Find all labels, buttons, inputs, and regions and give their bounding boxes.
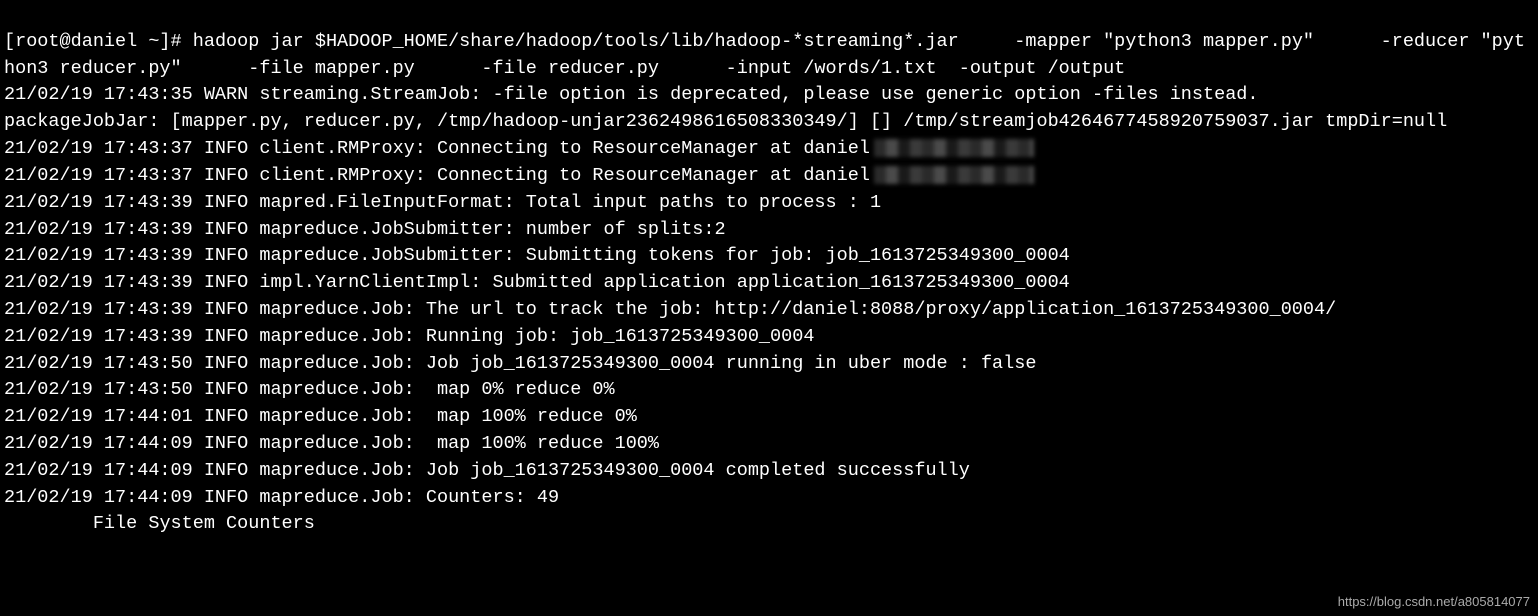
log-line: 21/02/19 17:43:39 INFO mapred.FileInputF… — [4, 190, 1534, 217]
log-line: 21/02/19 17:43:39 INFO mapreduce.JobSubm… — [4, 217, 1534, 244]
redacted-segment — [874, 139, 1034, 157]
redacted-segment — [874, 166, 1034, 184]
log-line: packageJobJar: [mapper.py, reducer.py, /… — [4, 109, 1534, 136]
log-line: 21/02/19 17:43:35 WARN streaming.StreamJ… — [4, 82, 1534, 109]
shell-prompt: [root@daniel ~]# — [4, 31, 193, 52]
log-line: 21/02/19 17:44:09 INFO mapreduce.Job: Jo… — [4, 458, 1534, 485]
log-line: 21/02/19 17:43:37 INFO client.RMProxy: C… — [4, 163, 1534, 190]
log-line: 21/02/19 17:44:09 INFO mapreduce.Job: ma… — [4, 431, 1534, 458]
log-line: 21/02/19 17:44:01 INFO mapreduce.Job: ma… — [4, 404, 1534, 431]
shell-command: hadoop jar $HADOOP_HOME/share/hadoop/too… — [4, 31, 1525, 79]
log-line: 21/02/19 17:43:50 INFO mapreduce.Job: ma… — [4, 377, 1534, 404]
log-line: 21/02/19 17:44:09 INFO mapreduce.Job: Co… — [4, 485, 1534, 512]
log-line: File System Counters — [4, 511, 1534, 538]
terminal-output: [root@daniel ~]# hadoop jar $HADOOP_HOME… — [0, 0, 1538, 567]
command-line: [root@daniel ~]# hadoop jar $HADOOP_HOME… — [4, 29, 1534, 83]
log-line: 21/02/19 17:43:50 INFO mapreduce.Job: Jo… — [4, 351, 1534, 378]
log-line: 21/02/19 17:43:39 INFO impl.YarnClientIm… — [4, 270, 1534, 297]
log-line: 21/02/19 17:43:39 INFO mapreduce.Job: Th… — [4, 297, 1534, 324]
log-line: 21/02/19 17:43:39 INFO mapreduce.JobSubm… — [4, 243, 1534, 270]
log-line: 21/02/19 17:43:39 INFO mapreduce.Job: Ru… — [4, 324, 1534, 351]
log-line: 21/02/19 17:43:37 INFO client.RMProxy: C… — [4, 136, 1534, 163]
watermark-text: https://blog.csdn.net/a805814077 — [1338, 593, 1530, 612]
